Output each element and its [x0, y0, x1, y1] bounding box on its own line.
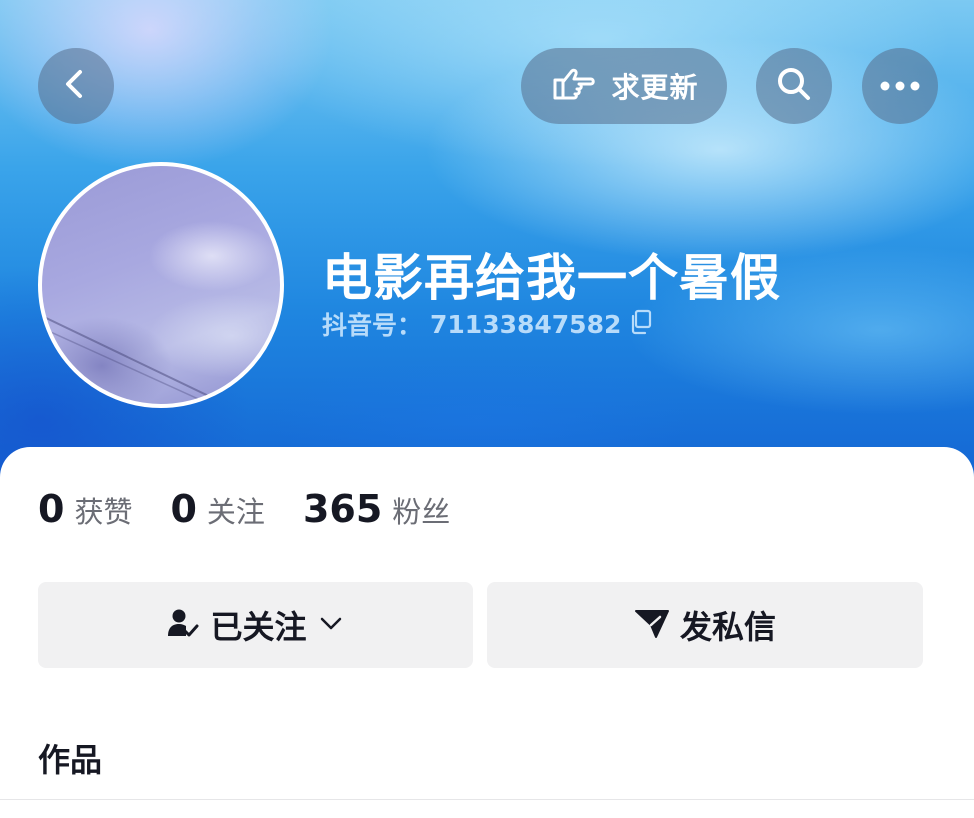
chevron-down-icon: [317, 609, 345, 641]
stat-likes-label: 获赞: [74, 495, 133, 529]
chevron-left-icon: [56, 64, 96, 108]
stat-likes-count: 0: [38, 487, 65, 531]
request-update-button[interactable]: 求更新: [521, 48, 727, 124]
more-dots-icon: [878, 77, 922, 96]
account-id-value: 71133847582: [430, 309, 622, 339]
stat-following-count: 0: [170, 487, 197, 531]
search-icon: [774, 64, 814, 108]
send-message-button[interactable]: 发私信: [487, 582, 923, 668]
search-button[interactable]: [756, 48, 832, 124]
stat-followers-count: 365: [302, 487, 383, 531]
tab-works[interactable]: 作品: [38, 735, 102, 781]
profile-name: 电影再给我一个暑假: [322, 249, 781, 307]
paper-plane-icon: [634, 607, 670, 643]
profile-page: 求更新 电影再给我一个暑假 抖音号： 71133847582 0 获赞 0 关注…: [0, 0, 974, 818]
avatar[interactable]: [38, 162, 284, 408]
send-message-label: 发私信: [679, 608, 776, 646]
copy-icon[interactable]: [629, 309, 653, 339]
stats-row: 0 获赞 0 关注 365 粉丝: [38, 487, 488, 531]
account-id-label: 抖音号：: [322, 311, 423, 340]
divider: [0, 799, 974, 800]
stat-followers-label: 粉丝: [392, 495, 451, 529]
profile-card: 0 获赞 0 关注 365 粉丝 已关注 发私信 作品: [0, 447, 974, 818]
stat-following-label: 关注: [206, 495, 265, 529]
followed-button-label: 已关注: [210, 608, 307, 646]
stat-likes[interactable]: 0 获赞: [38, 487, 132, 531]
stat-following[interactable]: 0 关注: [170, 487, 264, 531]
more-button[interactable]: [862, 48, 938, 124]
followed-button[interactable]: 已关注: [38, 582, 473, 668]
user-check-icon: [166, 606, 200, 644]
account-id-row: 抖音号： 71133847582: [322, 306, 653, 342]
stat-followers[interactable]: 365 粉丝: [303, 487, 450, 531]
pointing-hand-icon: [549, 64, 597, 108]
back-button[interactable]: [38, 48, 114, 124]
request-update-label: 求更新: [611, 71, 699, 104]
